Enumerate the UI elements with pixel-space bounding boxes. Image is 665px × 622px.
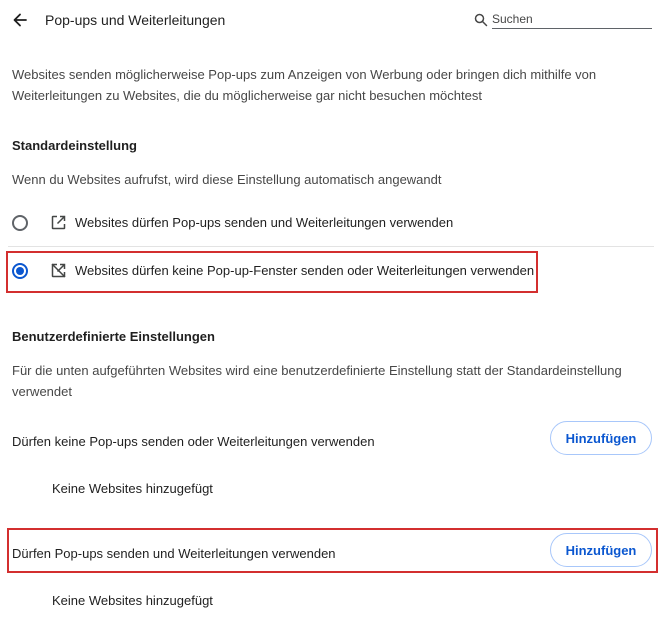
- search-input[interactable]: [492, 10, 652, 29]
- custom-settings-subtext: Für die unten aufgeführten Websites wird…: [12, 363, 622, 399]
- open-in-new-icon: [51, 215, 66, 230]
- page-title: Pop-ups und Weiterleitungen: [45, 12, 226, 28]
- add-blocked-site-button[interactable]: Hinzufügen: [550, 421, 652, 455]
- default-settings-subtext: Wenn du Websites aufrufst, wird diese Ei…: [12, 172, 442, 187]
- allowed-list-empty: Keine Websites hinzugefügt: [52, 593, 213, 608]
- arrow-back-icon: [13, 13, 27, 27]
- search-box[interactable]: [474, 10, 654, 30]
- custom-settings-heading: Benutzerdefinierte Einstellungen: [12, 329, 215, 344]
- blocked-list-label: Dürfen keine Pop-ups senden oder Weiterl…: [12, 434, 375, 449]
- default-settings-heading: Standardeinstellung: [12, 138, 137, 153]
- back-button[interactable]: [10, 10, 30, 30]
- divider: [8, 246, 654, 247]
- highlight-box-block-option: [6, 251, 538, 293]
- option-allow-popups[interactable]: Websites dürfen Pop-ups senden und Weite…: [8, 201, 652, 245]
- option-allow-popups-label: Websites dürfen Pop-ups senden und Weite…: [75, 215, 454, 230]
- page-description: Websites senden möglicherweise Pop-ups z…: [12, 67, 597, 103]
- search-icon: [474, 13, 488, 27]
- radio-allow-popups[interactable]: [12, 215, 28, 231]
- highlight-box-allowed-row: [7, 528, 658, 573]
- blocked-list-empty: Keine Websites hinzugefügt: [52, 481, 213, 496]
